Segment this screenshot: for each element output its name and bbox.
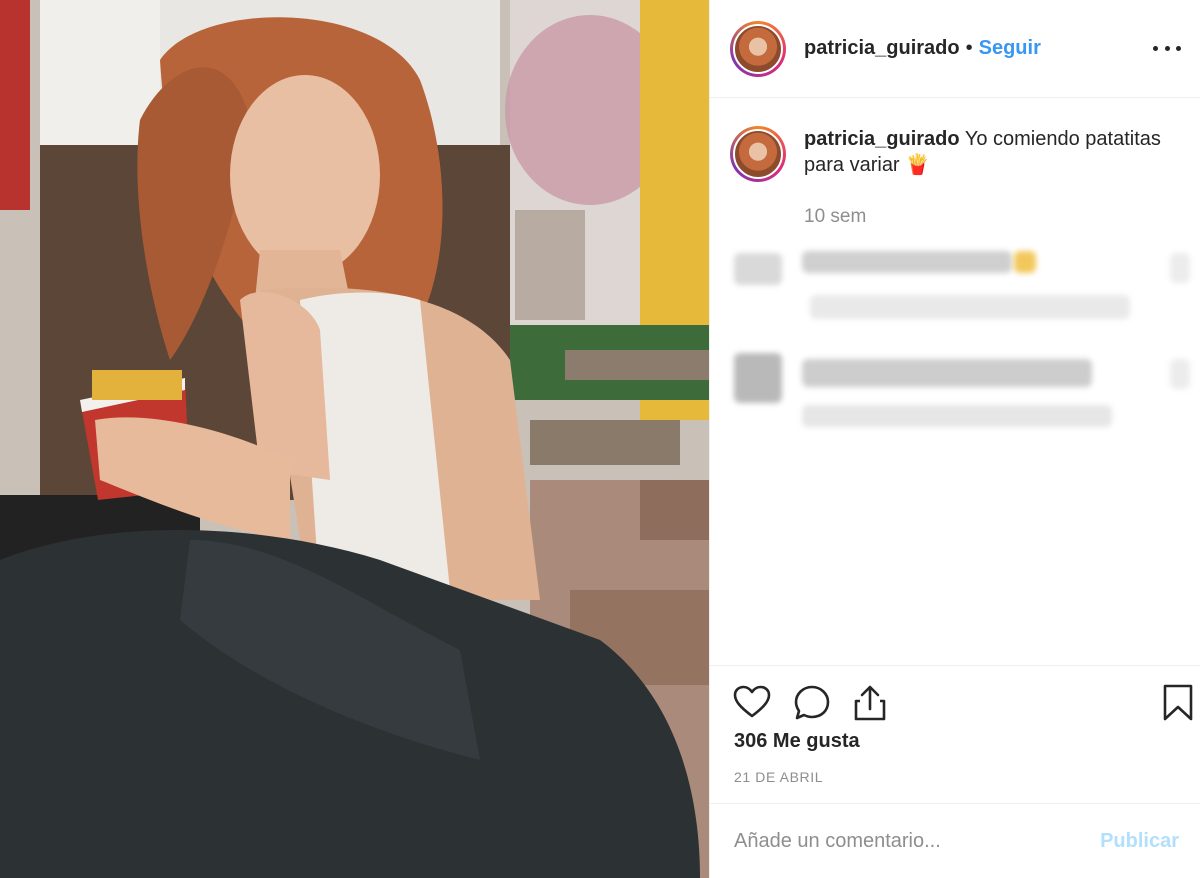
post-photo[interactable] <box>0 0 709 878</box>
blurred-meta <box>810 295 1130 319</box>
share-icon[interactable] <box>850 683 890 723</box>
bookmark-icon[interactable] <box>1158 683 1198 723</box>
post-header: patricia_guirado • Seguir <box>710 0 1200 98</box>
separator-dot: • <box>965 37 973 59</box>
post-sidebar: patricia_guirado • Seguir patricia_guira… <box>709 0 1200 878</box>
blurred-like <box>1170 253 1190 283</box>
more-options-icon[interactable] <box>1153 36 1181 60</box>
comment-icon[interactable] <box>792 683 832 723</box>
post-caption: patricia_guirado Yo comiendo patatitas p… <box>730 126 1190 228</box>
post-photo-image <box>0 0 709 878</box>
caption-avatar[interactable] <box>730 126 786 182</box>
blurred-avatar <box>734 253 782 285</box>
blurred-emoji <box>1014 251 1036 273</box>
comment-input[interactable] <box>734 829 1101 853</box>
caption-timestamp[interactable]: 10 sem <box>804 206 1174 228</box>
publish-button[interactable]: Publicar <box>1100 830 1179 853</box>
blurred-avatar <box>734 353 782 403</box>
blurred-text <box>802 251 1012 273</box>
instagram-post: patricia_guirado • Seguir patricia_guira… <box>0 0 1200 878</box>
blurred-text <box>802 359 1092 387</box>
avatar[interactable] <box>730 20 786 77</box>
blurred-comment <box>710 345 1200 435</box>
caption-username[interactable]: patricia_guirado <box>804 128 960 150</box>
likes-count[interactable]: 306 Me gusta <box>734 730 860 753</box>
post-actions: 306 Me gusta 21 DE ABRIL <box>710 665 1200 803</box>
follow-button[interactable]: Seguir <box>979 37 1041 60</box>
blurred-like <box>1170 359 1190 389</box>
post-date[interactable]: 21 DE ABRIL <box>734 769 823 785</box>
heart-icon[interactable] <box>732 683 772 723</box>
blurred-comment <box>710 245 1200 335</box>
comment-bar: Publicar <box>710 803 1200 878</box>
header-username[interactable]: patricia_guirado <box>804 37 960 60</box>
blurred-meta <box>802 405 1112 427</box>
